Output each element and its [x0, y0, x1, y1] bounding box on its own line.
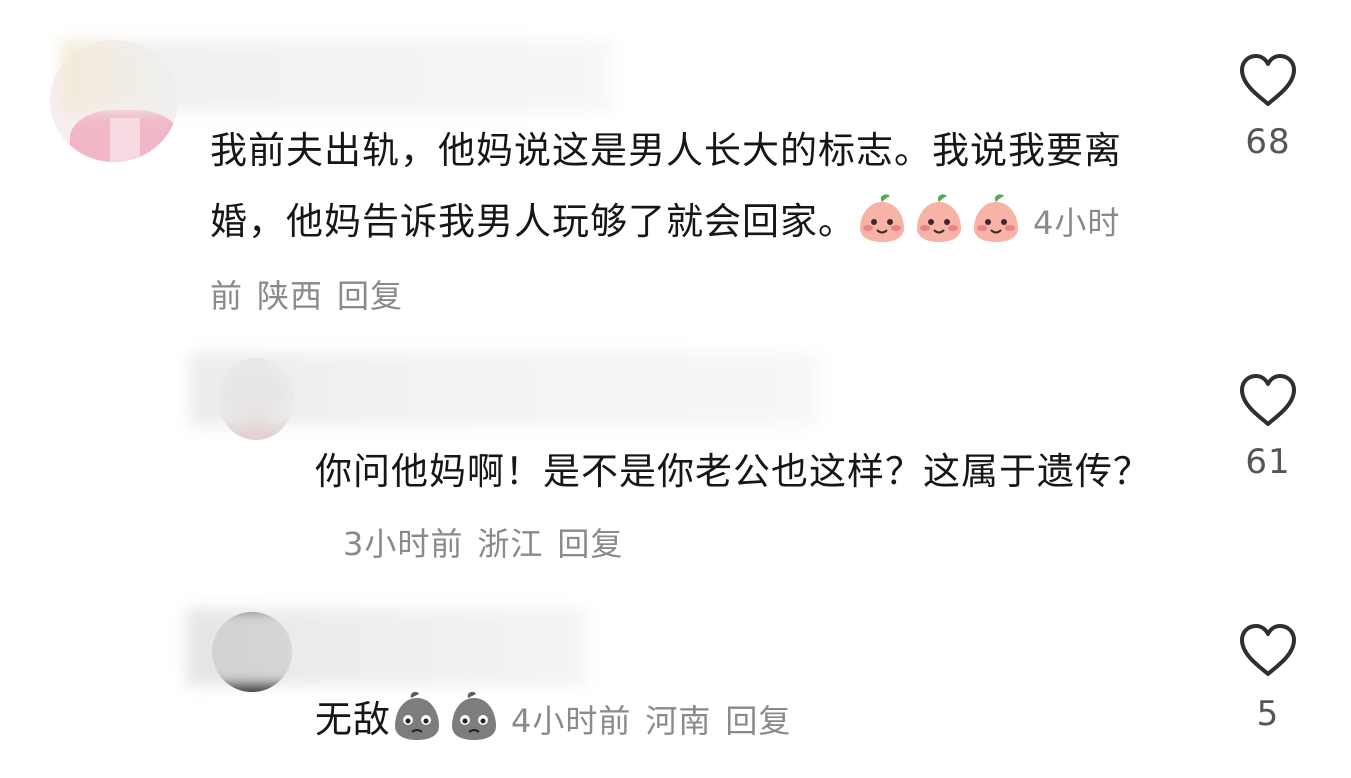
reply-button[interactable]: 回复 — [337, 277, 403, 315]
username-blurred[interactable] — [186, 608, 586, 686]
blushing-peach-emoji-icon — [856, 194, 913, 243]
blushing-peach-emoji-icon — [913, 194, 970, 243]
comment-body: 无敌 4小时前 河南 回复 — [315, 684, 1165, 757]
comment-time: 4小时前 — [511, 702, 632, 740]
reply-button[interactable]: 回复 — [557, 525, 623, 563]
comment-thread: 我前夫出轨，他妈说这是男人长大的标志。我说我要离婚，他妈告诉我男人玩够了就会回家… — [0, 0, 1351, 778]
like-count: 68 — [1245, 122, 1291, 162]
comment-time: 3小时前 — [343, 525, 464, 563]
comment-body: 你问他妈啊！是不是你老公也这样？这属于遗传？ 3小时前 浙江 回复 — [315, 436, 1165, 580]
comment-text: 无敌 — [315, 698, 391, 741]
comment-text: 你问他妈啊！是不是你老公也这样？这属于遗传？ — [315, 450, 1151, 493]
comment-meta: 3小时前 浙江 回复 — [343, 525, 637, 563]
comment-body: 我前夫出轨，他妈说这是男人长大的标志。我说我要离婚，他妈告诉我男人玩够了就会回家… — [210, 115, 1160, 332]
comment-location: 河南 — [645, 702, 712, 740]
like-count: 61 — [1245, 442, 1291, 482]
heart-outline-icon[interactable] — [1238, 52, 1298, 108]
like-count: 5 — [1256, 694, 1280, 734]
heart-outline-icon[interactable] — [1238, 372, 1298, 428]
heart-outline-icon[interactable] — [1238, 622, 1298, 678]
like-button[interactable]: 5 — [1228, 622, 1308, 734]
reply-button[interactable]: 回复 — [725, 702, 791, 740]
comment-location: 陕西 — [257, 277, 324, 315]
blushing-peach-emoji-icon — [970, 194, 1027, 243]
username-blurred[interactable] — [190, 352, 818, 426]
like-button[interactable]: 68 — [1228, 52, 1308, 162]
like-button[interactable]: 61 — [1228, 372, 1308, 482]
username-blurred[interactable] — [60, 40, 612, 112]
gray-sad-blob-emoji-icon — [391, 691, 448, 741]
comment-location: 浙江 — [477, 525, 544, 563]
comment-meta: 4小时前 河南 回复 — [511, 702, 805, 740]
gray-sad-blob-emoji-icon — [448, 691, 505, 741]
